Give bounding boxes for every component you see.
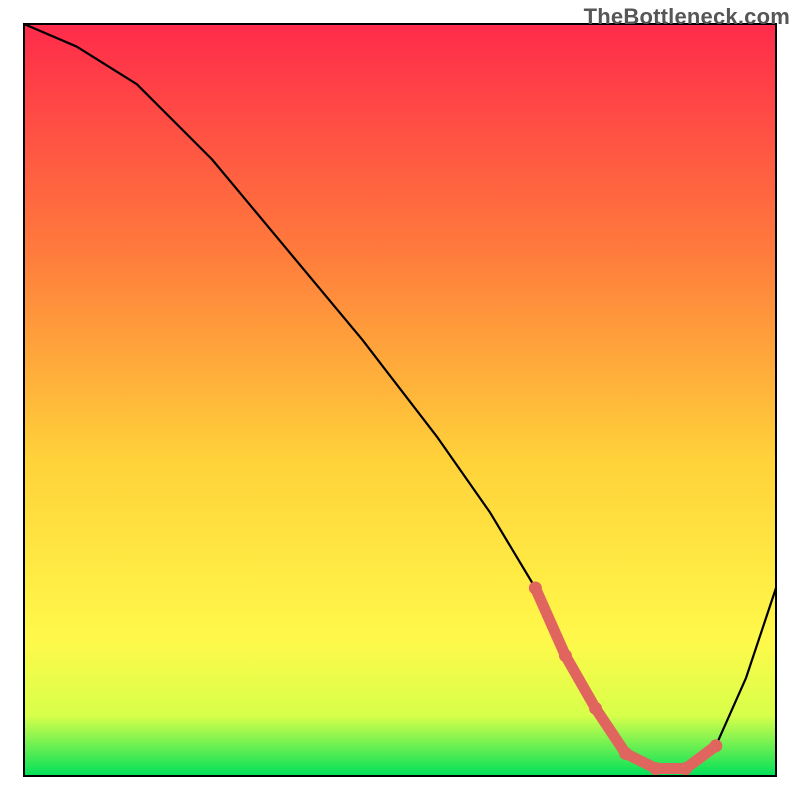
highlight-dot — [649, 762, 662, 775]
highlight-dot — [709, 739, 722, 752]
watermark-text: TheBottleneck.com — [584, 4, 790, 30]
highlight-dot — [679, 762, 692, 775]
highlight-dot — [559, 649, 572, 662]
highlight-dot — [619, 747, 632, 760]
bottleneck-chart: TheBottleneck.com — [0, 0, 800, 800]
chart-svg — [0, 0, 800, 800]
highlight-dot — [589, 702, 602, 715]
plot-area — [24, 24, 776, 776]
highlight-dot — [529, 582, 542, 595]
